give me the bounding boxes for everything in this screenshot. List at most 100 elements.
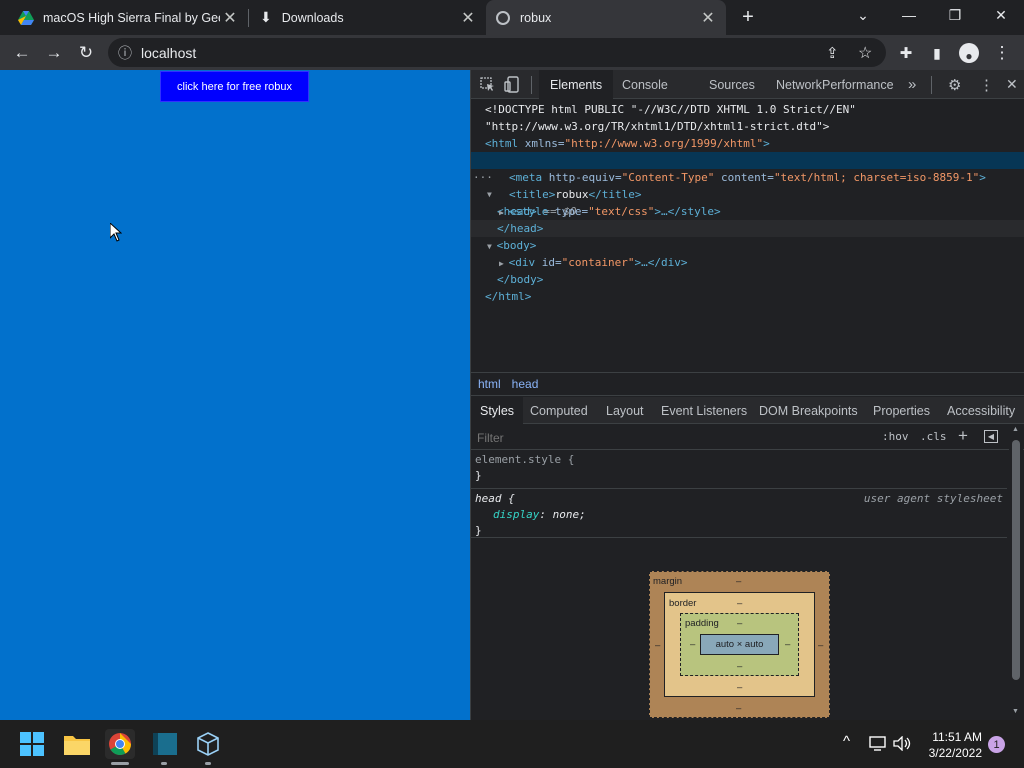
styles-filter-input[interactable] <box>473 428 869 447</box>
dom-node-meta[interactable]: <meta http-equiv="Content-Type" content=… <box>509 169 986 186</box>
close-icon[interactable]: ✕ <box>220 8 240 28</box>
collapsed-triangle-icon[interactable]: ▶ <box>499 208 509 217</box>
file-explorer-button[interactable] <box>62 729 92 759</box>
styles-scrollbar[interactable]: ▲ ▼ <box>1009 426 1023 720</box>
free-robux-button[interactable]: click here for free robux <box>160 71 309 102</box>
tab-properties[interactable]: Properties <box>864 397 939 424</box>
new-tab-button[interactable]: + <box>734 3 762 31</box>
style-rest: >…</style> <box>654 205 721 218</box>
dom-node-body[interactable]: ▼ <body> <box>487 237 536 254</box>
tab-styles[interactable]: Styles <box>471 397 524 424</box>
bookmark-star-icon[interactable]: ☆ <box>858 43 872 63</box>
expand-triangle-icon[interactable]: ▼ <box>487 186 492 203</box>
extensions-icon[interactable]: ✚ <box>892 39 920 67</box>
tab-dom-breakpoints[interactable]: DOM Breakpoints <box>750 397 867 424</box>
app-taskbar-button[interactable] <box>150 729 180 759</box>
dom-node-body-close[interactable]: </body> <box>497 271 543 288</box>
inspect-element-icon[interactable] <box>480 77 495 92</box>
share-icon[interactable]: ⇪ <box>826 44 839 62</box>
scroll-down-icon[interactable]: ▼ <box>1012 708 1019 715</box>
dom-node-html[interactable]: <html xmlns="http://www.w3.org/1999/xhtm… <box>485 135 770 152</box>
attr-name: xmlns= <box>518 137 565 150</box>
person-icon: ● <box>965 49 973 63</box>
tab-computed[interactable]: Computed <box>521 397 597 424</box>
chrome-taskbar-button[interactable] <box>105 729 135 759</box>
body-tag: <body> <box>496 239 537 252</box>
side-panel-icon[interactable]: ▮ <box>923 39 951 67</box>
close-icon[interactable]: ✕ <box>458 8 478 28</box>
dom-node-html-close[interactable]: </html> <box>485 288 531 305</box>
hover-state-toggle[interactable]: :hov <box>882 430 909 443</box>
tab-layout[interactable]: Layout <box>597 397 653 424</box>
tab-sources[interactable]: Sources <box>698 70 766 99</box>
restore-button[interactable]: ❐ <box>932 0 978 30</box>
dom-node-div[interactable]: ▶ <div id="container">…</div> <box>499 254 687 271</box>
url-text: localhost <box>141 44 197 61</box>
chrome-menu-button[interactable]: ⋮ <box>988 39 1016 67</box>
start-button[interactable] <box>17 729 47 759</box>
css-property-value[interactable]: none; <box>553 508 586 521</box>
device-toolbar-icon[interactable] <box>504 76 520 93</box>
breadcrumb-html[interactable]: html <box>478 377 501 391</box>
dom-node-style[interactable]: ▶ <style type="text/css">…</style> <box>499 203 721 220</box>
forward-button[interactable]: → <box>40 39 68 67</box>
box-model-content[interactable]: auto × auto <box>700 634 779 655</box>
toggle-sidebar-icon[interactable]: ◀ <box>984 430 998 443</box>
dom-node-title[interactable]: <title>robux</title> <box>509 186 641 203</box>
volume-icon[interactable] <box>893 736 911 751</box>
tab-performance[interactable]: Performance <box>811 70 905 99</box>
virtualbox-taskbar-button[interactable] <box>193 729 223 759</box>
tab-downloads[interactable]: ⬇ Downloads ✕ <box>250 0 486 35</box>
title-close-tag: </title> <box>588 188 642 201</box>
content-size: auto × auto <box>715 639 764 650</box>
tab-event-listeners[interactable]: Event Listeners <box>652 397 756 424</box>
doctype-text: <!DOCTYPE html PUBLIC "-//W3C//DTD XHTML… <box>485 103 856 116</box>
collapsed-triangle-icon[interactable]: ▶ <box>499 259 509 268</box>
attr-name: type= <box>548 205 589 218</box>
back-button[interactable]: ← <box>8 39 36 67</box>
doctype-line[interactable]: <!DOCTYPE html PUBLIC "-//W3C//DTD XHTML… <box>485 101 856 118</box>
attr-value: "http://www.w3.org/1999/xhtml" <box>564 137 764 150</box>
tab-elements[interactable]: Elements <box>539 70 614 99</box>
minimize-button[interactable]: — <box>886 0 932 30</box>
profile-avatar[interactable]: ● <box>955 39 983 67</box>
show-hidden-icons-chevron-icon[interactable]: ^ <box>843 733 850 750</box>
css-property-name[interactable]: display <box>493 508 539 521</box>
tab-accessibility[interactable]: Accessibility <box>938 397 1024 424</box>
tab-console[interactable]: Console <box>611 70 679 99</box>
address-bar[interactable]: ⓘ localhost ⇪ ☆ <box>108 38 886 67</box>
padding-left-value: – <box>690 639 696 650</box>
close-icon[interactable]: ✕ <box>698 8 718 28</box>
expand-triangle-icon[interactable]: ▼ <box>487 242 497 251</box>
clock-date[interactable]: 3/22/2022 <box>922 746 982 760</box>
reload-button[interactable]: ↻ <box>72 39 100 67</box>
tab-robux[interactable]: robux ✕ <box>486 0 726 35</box>
dom-node-head-close[interactable]: </head> <box>471 220 1024 237</box>
devtools-tabbar: Elements Console Sources Network Perform… <box>471 70 1024 99</box>
globe-icon <box>496 10 510 25</box>
dom-node-head-selected[interactable]: ··· ▼ <head> == $0 <box>471 152 1024 218</box>
clock-time[interactable]: 11:51 AM <box>930 730 982 744</box>
doctype-line-2[interactable]: "http://www.w3.org/TR/xhtml1/DTD/xhtml1-… <box>485 118 829 135</box>
box-model-border[interactable]: border – – padding – – – – auto × auto <box>664 592 815 697</box>
node-actions-icon[interactable]: ··· <box>473 169 493 186</box>
element-style-label[interactable]: element.style { <box>475 453 574 466</box>
running-indicator <box>161 762 167 765</box>
head-selector[interactable]: head { <box>475 492 515 505</box>
new-rule-plus-icon[interactable]: + <box>958 426 968 446</box>
tab-search-button[interactable]: ⌄ <box>840 0 886 30</box>
scrollbar-thumb[interactable] <box>1012 440 1020 680</box>
box-model-margin[interactable]: margin – – – – border – – padding – – – … <box>649 571 830 718</box>
info-icon[interactable]: ⓘ <box>118 43 132 63</box>
box-model-padding[interactable]: padding – – – – auto × auto <box>680 613 799 676</box>
folder-icon <box>64 736 90 755</box>
notification-badge[interactable]: 1 <box>988 736 1005 753</box>
more-tabs-icon[interactable]: » <box>897 70 927 99</box>
tab-macos[interactable]: macOS High Sierra Final by Geek ✕ <box>8 0 248 35</box>
class-toggle[interactable]: .cls <box>920 430 947 443</box>
scroll-up-icon[interactable]: ▲ <box>1012 426 1019 433</box>
close-window-button[interactable]: ✕ <box>978 0 1024 30</box>
network-icon[interactable] <box>869 736 887 751</box>
close-devtools-icon[interactable]: ✕ <box>995 70 1024 99</box>
breadcrumb-head[interactable]: head <box>512 377 539 391</box>
